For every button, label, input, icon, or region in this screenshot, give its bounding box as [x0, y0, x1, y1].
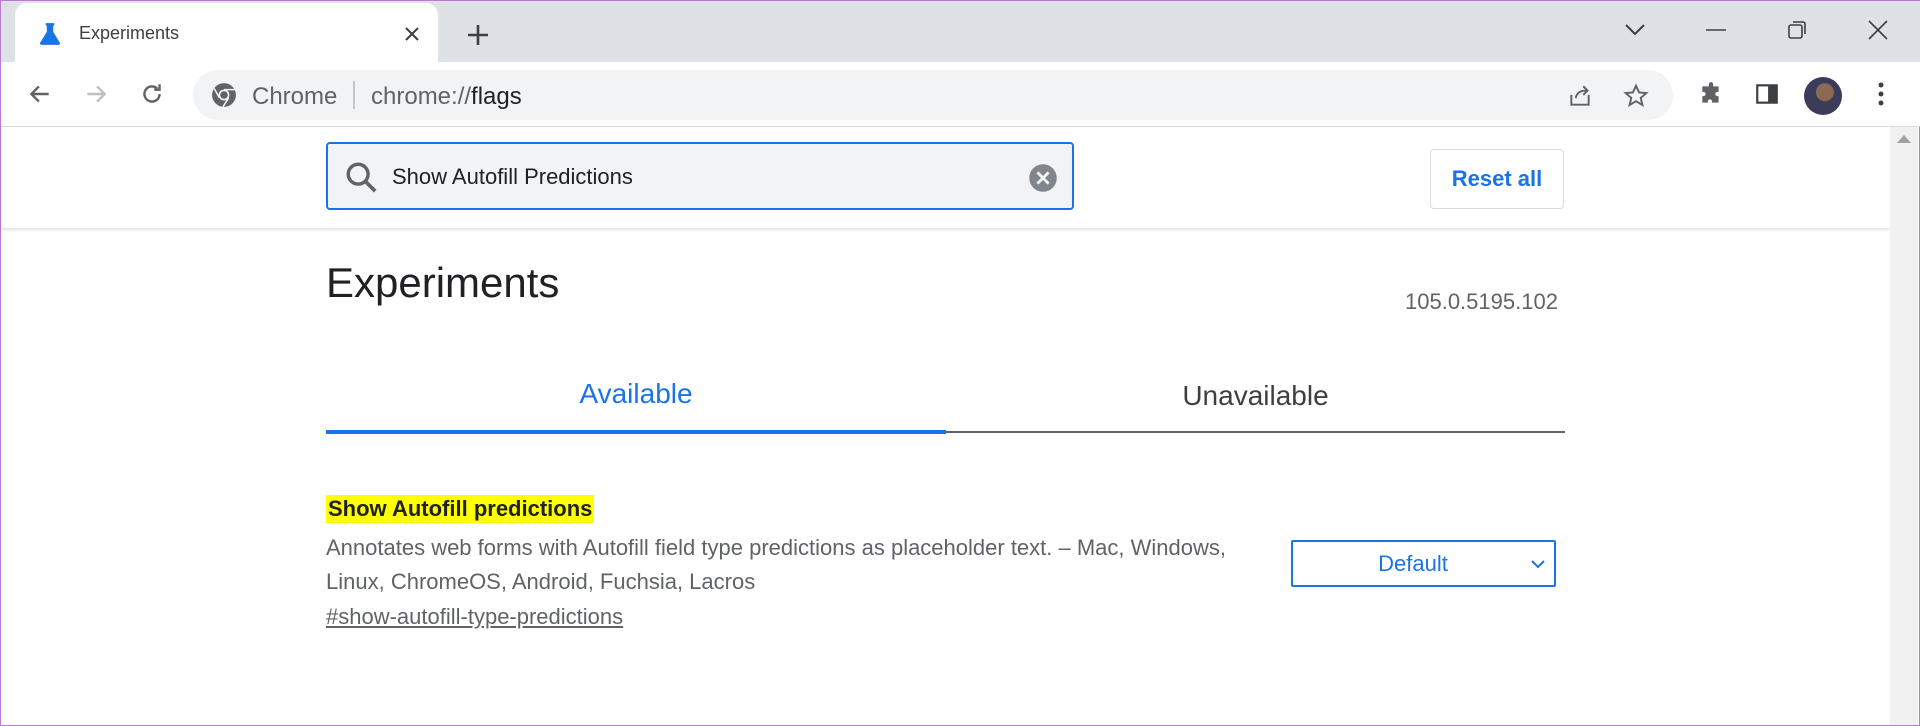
chevron-down-icon [1531, 560, 1545, 569]
restore-icon[interactable] [1777, 13, 1817, 47]
omnibox[interactable]: Chrome chrome://flags [193, 70, 1673, 120]
tab-title: Experiments [79, 23, 180, 43]
chrome-logo-icon [212, 83, 236, 108]
url-path: flags [471, 83, 522, 110]
flags-search-box[interactable] [326, 142, 1074, 210]
kebab-menu-icon[interactable] [1864, 77, 1898, 111]
minimize-icon[interactable] [1696, 13, 1736, 47]
url-prefix: chrome:// [371, 83, 472, 110]
new-tab-icon[interactable] [461, 18, 495, 52]
share-icon[interactable] [1565, 81, 1595, 111]
search-input[interactable] [392, 160, 992, 194]
close-window-icon[interactable] [1858, 13, 1898, 47]
toolbar: Chrome chrome://flags [1, 62, 1920, 127]
back-icon[interactable] [21, 75, 59, 113]
tab-close-icon[interactable] [399, 21, 425, 47]
extensions-icon[interactable] [1694, 77, 1728, 111]
tab-search-chevron-icon[interactable] [1615, 13, 1655, 47]
omnibox-site-label: Chrome [252, 83, 338, 110]
page-title: Experiments [326, 259, 560, 306]
flags-header: Reset all [1, 127, 1890, 228]
scroll-up-arrow-icon[interactable] [1897, 135, 1911, 143]
flag-title: Show Autofill predictions [326, 495, 595, 523]
forward-icon[interactable] [77, 75, 115, 113]
reset-all-button[interactable]: Reset all [1430, 149, 1564, 209]
tab-active-indicator [326, 430, 946, 434]
flag-select-value: Default [1378, 550, 1448, 576]
side-panel-icon[interactable] [1750, 77, 1784, 111]
profile-avatar[interactable] [1804, 77, 1842, 115]
tab-strip: Experiments [1, 1, 1920, 62]
tab-available[interactable]: Available [326, 359, 946, 429]
flask-icon [40, 23, 60, 45]
tab-unavailable[interactable]: Unavailable [946, 361, 1565, 431]
bookmark-star-icon[interactable] [1621, 81, 1651, 111]
experiments-tabs: Available Unavailable [326, 359, 1565, 434]
omnibox-separator [353, 81, 355, 109]
version-number: 105.0.5195.102 [1405, 289, 1558, 314]
browser-tab[interactable]: Experiments [15, 3, 438, 62]
scrollbar[interactable] [1890, 127, 1918, 725]
flag-permalink[interactable]: #show-autofill-type-predictions [326, 604, 623, 630]
flag-state-select[interactable]: Default [1291, 540, 1556, 587]
clear-search-icon[interactable] [1028, 163, 1058, 193]
reload-icon[interactable] [133, 75, 171, 113]
flag-description: Annotates web forms with Autofill field … [326, 535, 1226, 594]
omnibox-url[interactable]: chrome://flags [371, 83, 522, 111]
search-icon [346, 162, 377, 193]
